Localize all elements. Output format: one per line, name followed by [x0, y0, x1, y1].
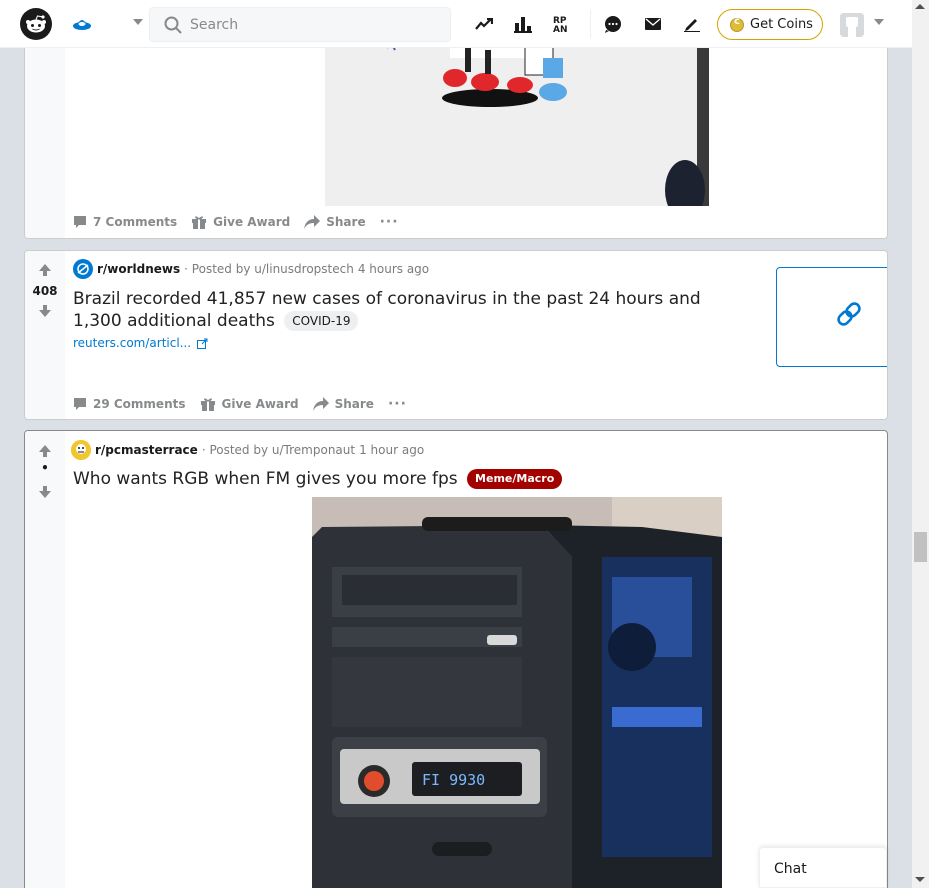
- chevron-down-icon[interactable]: [874, 19, 884, 25]
- subreddit-icon[interactable]: [71, 440, 91, 460]
- more-options-button[interactable]: ···: [388, 396, 407, 412]
- post-card[interactable]: 7 Comments Give Award Share ···: [24, 40, 888, 239]
- coin-icon: [730, 16, 744, 32]
- downvote-icon[interactable]: [38, 304, 52, 318]
- search-bar[interactable]: [149, 7, 451, 42]
- more-icon: ···: [379, 214, 399, 230]
- post-time: 4 hours ago: [357, 262, 430, 276]
- chat-panel-button[interactable]: Chat: [759, 847, 887, 888]
- post-score: •: [41, 461, 49, 475]
- get-coins-button[interactable]: Get Coins: [717, 9, 823, 40]
- svg-text:AN: AN: [553, 25, 568, 33]
- vote-column: [25, 40, 65, 238]
- share-icon: [304, 215, 321, 229]
- chevron-down-icon[interactable]: [133, 19, 143, 25]
- share-button[interactable]: Share: [304, 215, 366, 229]
- link-thumbnail[interactable]: [776, 267, 887, 367]
- post-card[interactable]: 408 r/worldnews · Posted by u/linusdrops…: [24, 250, 888, 420]
- upvote-icon[interactable]: [38, 444, 52, 458]
- post-score: 408: [32, 284, 58, 298]
- post-flair[interactable]: COVID-19: [284, 311, 359, 331]
- subreddit-icon[interactable]: [73, 259, 93, 279]
- post-actions: 7 Comments Give Award Share ···: [73, 214, 413, 230]
- more-icon: ···: [387, 396, 407, 412]
- gift-icon: [192, 216, 207, 229]
- subreddit-link[interactable]: r/pcmasterrace: [95, 443, 198, 457]
- chat-label: Chat: [774, 861, 807, 877]
- page-scrollbar[interactable]: [912, 0, 929, 888]
- comment-icon: [74, 398, 86, 410]
- get-coins-label: Get Coins: [750, 17, 813, 32]
- post-image[interactable]: FI 9930: [312, 497, 722, 888]
- post-time: 1 hour ago: [359, 443, 425, 457]
- post-card[interactable]: • r/pcmasterrace · Posted by u/Tremponau…: [24, 430, 888, 888]
- top-header: RPAN Get Coins: [0, 0, 912, 48]
- external-link-icon: [197, 338, 208, 349]
- posted-by: · Posted by u/Tremponaut: [201, 443, 356, 457]
- post-meta: r/pcmasterrace · Posted by u/Tremponaut …: [71, 440, 424, 460]
- stats-icon[interactable]: [513, 14, 533, 34]
- chat-icon[interactable]: [603, 14, 623, 34]
- home-feed-icon[interactable]: [71, 13, 93, 39]
- trending-icon[interactable]: [474, 14, 494, 34]
- share-icon: [312, 397, 329, 411]
- scrollbar-thumb[interactable]: [914, 532, 927, 562]
- give-award-button[interactable]: Give Award: [191, 214, 290, 230]
- scroll-down-arrow-icon[interactable]: [915, 877, 925, 882]
- downvote-icon[interactable]: [38, 485, 52, 499]
- reddit-logo-icon[interactable]: [20, 8, 52, 40]
- vote-column: 408: [25, 251, 65, 419]
- post-title[interactable]: Who wants RGB when FM gives you more fps…: [73, 468, 773, 490]
- rpan-icon[interactable]: RP AN: [553, 14, 573, 34]
- search-icon: [164, 16, 182, 34]
- post-actions: 29 Comments Give Award Share ···: [73, 396, 421, 412]
- share-button[interactable]: Share: [312, 397, 374, 411]
- gift-icon: [200, 398, 215, 411]
- comments-button[interactable]: 7 Comments: [73, 215, 177, 229]
- external-link[interactable]: reuters.com/articl...: [73, 336, 208, 350]
- upvote-icon[interactable]: [38, 263, 52, 277]
- subreddit-link[interactable]: r/worldnews: [97, 262, 180, 276]
- comment-icon: [74, 216, 86, 228]
- more-options-button[interactable]: ···: [380, 214, 399, 230]
- pencil-icon[interactable]: [682, 14, 702, 34]
- scroll-up-arrow-icon[interactable]: [915, 4, 925, 9]
- post-flair[interactable]: Meme/Macro: [467, 469, 563, 489]
- vote-column: •: [25, 431, 65, 888]
- header-divider: [590, 10, 591, 38]
- search-input[interactable]: [190, 8, 440, 41]
- mail-icon[interactable]: [643, 14, 663, 34]
- user-avatar[interactable]: [840, 13, 864, 37]
- post-title[interactable]: Brazil recorded 41,857 new cases of coro…: [73, 288, 713, 332]
- posted-by: · Posted by u/linusdropstech: [184, 262, 354, 276]
- post-image[interactable]: [325, 40, 709, 220]
- radio-display-text: FI 9930: [422, 771, 485, 789]
- give-award-button[interactable]: Give Award: [200, 396, 299, 412]
- post-meta: r/worldnews · Posted by u/linusdropstech…: [73, 259, 429, 279]
- comments-button[interactable]: 29 Comments: [73, 397, 186, 411]
